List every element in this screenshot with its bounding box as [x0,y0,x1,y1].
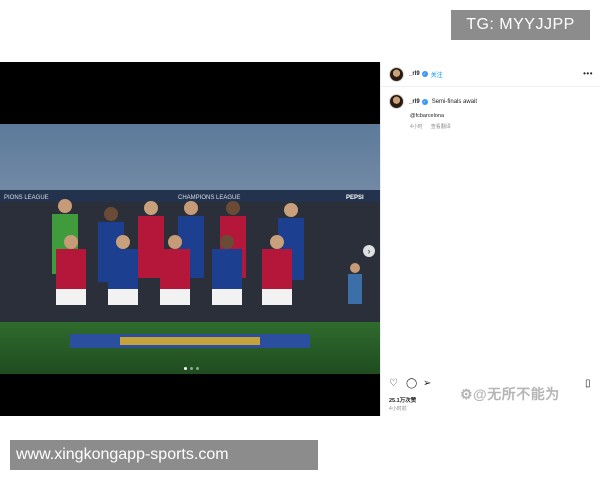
more-horizontal-icon[interactable]: ••• [583,69,593,78]
instagram-post: PIONS LEAGUE CHAMPIONS LEAGUE PEPSI › _r… [0,62,600,416]
banner-left: PIONS LEAGUE [4,195,49,201]
verified-icon: ✓ [421,71,428,77]
avatar[interactable] [389,66,404,82]
mention-link[interactable]: @fcbarcelona [410,113,593,119]
post-timestamp: 4小时前 [389,406,407,412]
caption-time: 4小时 [410,124,423,130]
page: TG: MYYJJPP PIONS LEAGUE CHAMPIONS LEAGU… [0,0,600,480]
carousel-dots [184,367,199,370]
tg-badge: TG: MYYJJPP [451,10,590,40]
caption-username[interactable]: _rl9 [409,99,420,105]
watermark: ⚙@无所不能为 [460,386,560,402]
banner-right: PEPSI [346,195,364,201]
follow-button[interactable]: 关注 [431,70,443,79]
banner-mid: CHAMPIONS LEAGUE [178,195,240,201]
team-photo: PIONS LEAGUE CHAMPIONS LEAGUE PEPSI [0,124,380,438]
post-header: _rl9 ✓ 关注 ••• [381,62,600,87]
bookmark-icon[interactable]: ▯ [585,378,591,390]
likes-count[interactable]: 25.1万次赞 [389,396,416,404]
heart-icon[interactable]: ♡ [389,378,398,390]
caption-avatar[interactable] [389,94,404,109]
team-photo-svg: PIONS LEAGUE CHAMPIONS LEAGUE PEPSI [0,124,380,374]
translate-link[interactable]: 查看翻译 [431,123,451,130]
carousel-next-button[interactable]: › [363,245,375,257]
url-bar: www.xingkongapp-sports.com [10,440,318,470]
comment-icon[interactable]: ◯ [406,378,417,390]
post-sidebar: _rl9 ✓ 关注 ••• _rl9 ✓ Semi-finals await @… [380,62,600,416]
post-media[interactable]: PIONS LEAGUE CHAMPIONS LEAGUE PEPSI › [0,62,380,416]
carousel-dot [190,367,193,370]
caption: _rl9 ✓ Semi-finals await @fcbarcelona 4小… [389,94,593,130]
carousel-dot [184,367,187,370]
caption-verified-icon: ✓ [421,98,428,105]
carousel-dot [196,367,199,370]
caption-text: Semi-finals await [431,98,478,105]
watermark-text: 无所不能为 [487,386,560,402]
header-username[interactable]: _rl9 [409,71,420,77]
share-icon[interactable]: ➢ [423,378,431,390]
